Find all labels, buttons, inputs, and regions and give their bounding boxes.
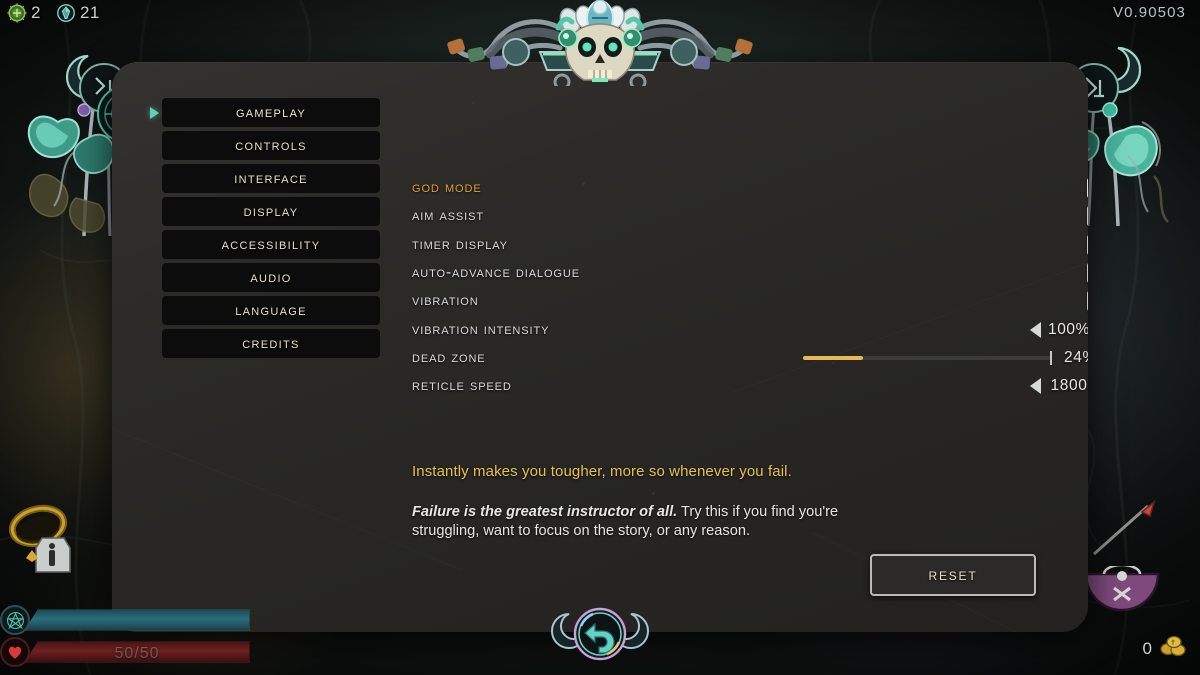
back-arrow-button[interactable] bbox=[537, 604, 663, 669]
setting-control bbox=[1087, 205, 1088, 227]
gold-coins-icon bbox=[1158, 634, 1188, 663]
vibration-intensity-stepper[interactable]: 100% bbox=[1030, 321, 1088, 339]
aim-assist-checkbox[interactable] bbox=[1087, 205, 1088, 227]
setting-description: Instantly makes you tougher, more so whe… bbox=[412, 462, 882, 541]
setting-row-auto-advance-dialogue[interactable]: Auto-Advance Dialogue bbox=[412, 259, 1088, 287]
chevron-left-icon[interactable] bbox=[1030, 378, 1041, 395]
setting-row-vibration[interactable]: Vibration bbox=[412, 287, 1088, 315]
sidebar-item-label: Gameplay bbox=[235, 103, 307, 121]
sidebar-item-label: Display bbox=[243, 202, 299, 220]
sidebar-item-label: Interface bbox=[234, 169, 308, 187]
reset-button[interactable]: Reset bbox=[870, 554, 1036, 596]
version-label: V0.90503 bbox=[1112, 4, 1186, 21]
setting-label: Dead Zone bbox=[412, 348, 486, 366]
dead-zone-slider-wrap: 24% bbox=[803, 349, 1088, 367]
health-bar-track: 50/50 bbox=[24, 641, 250, 663]
sidebar-item-accessibility[interactable]: Accessibility bbox=[162, 230, 380, 259]
setting-row-dead-zone[interactable]: Dead Zone 24% bbox=[412, 344, 1088, 372]
setting-control: 1800 bbox=[1030, 377, 1088, 395]
setting-label: God Mode bbox=[412, 179, 482, 197]
reticle-speed-stepper[interactable]: 1800 bbox=[1030, 377, 1088, 395]
stepper-value: 1800 bbox=[1050, 377, 1088, 395]
sidebar-item-interface[interactable]: Interface bbox=[162, 164, 380, 193]
sidebar-item-label: Audio bbox=[250, 268, 292, 286]
setting-row-timer-display[interactable]: Timer Display bbox=[412, 231, 1088, 259]
sidebar-item-audio[interactable]: Audio bbox=[162, 263, 380, 292]
hud-currencies: 2 21 bbox=[6, 2, 100, 24]
sidebar-item-label: Accessibility bbox=[221, 235, 321, 253]
vibration-checkbox[interactable] bbox=[1087, 290, 1088, 312]
panel-streak bbox=[112, 412, 462, 570]
sidebar-item-display[interactable]: Display bbox=[162, 197, 380, 226]
chevron-left-icon[interactable] bbox=[1030, 321, 1041, 338]
settings-list: God Mode Aim Assist Timer Display Auto-A bbox=[412, 174, 1088, 400]
stepper-value: 100% bbox=[1047, 320, 1088, 338]
health-bar-row: 50/50 bbox=[0, 637, 250, 667]
timer-display-checkbox[interactable] bbox=[1087, 234, 1088, 256]
currency-gems: 21 bbox=[55, 2, 100, 24]
reset-button-label: Reset bbox=[928, 565, 978, 584]
slider-value: 24% bbox=[1064, 348, 1088, 366]
auto-advance-dialogue-checkbox[interactable] bbox=[1087, 262, 1088, 284]
sidebar-item-gameplay[interactable]: Gameplay bbox=[162, 98, 380, 127]
darkness-orb-icon bbox=[6, 2, 28, 24]
health-bar-value: 50/50 bbox=[114, 645, 160, 662]
hud-status-bars: 50/50 bbox=[0, 605, 250, 669]
dead-zone-slider[interactable] bbox=[803, 350, 1052, 365]
setting-label: Timer Display bbox=[412, 235, 508, 253]
gold-value: 0 bbox=[1142, 638, 1152, 658]
setting-control bbox=[1087, 290, 1088, 312]
setting-row-vibration-intensity[interactable]: Vibration Intensity 100% bbox=[412, 315, 1088, 343]
gem-icon bbox=[55, 2, 77, 24]
mana-bar-fill bbox=[25, 610, 249, 630]
sidebar-item-label: Credits bbox=[242, 334, 300, 352]
setting-label: Reticle Speed bbox=[412, 377, 512, 395]
sidebar-item-language[interactable]: Language bbox=[162, 296, 380, 325]
setting-label: Vibration Intensity bbox=[412, 320, 550, 338]
setting-control bbox=[1087, 234, 1088, 256]
setting-label: Auto-Advance Dialogue bbox=[412, 264, 580, 282]
setting-label: Aim Assist bbox=[412, 207, 484, 225]
slider-knob[interactable] bbox=[1050, 350, 1052, 365]
star-mana-icon bbox=[0, 605, 30, 635]
currency-darkness: 2 bbox=[6, 2, 41, 24]
description-headline: Instantly makes you tougher, more so whe… bbox=[412, 463, 792, 480]
sidebar-item-label: Language bbox=[235, 301, 307, 319]
settings-sidebar: Gameplay Controls Interface Display Acce… bbox=[162, 98, 380, 362]
setting-row-aim-assist[interactable]: Aim Assist bbox=[412, 202, 1088, 230]
god-mode-checkbox[interactable] bbox=[1087, 177, 1088, 199]
heart-icon bbox=[0, 637, 30, 667]
slider-fill bbox=[803, 355, 863, 360]
setting-control bbox=[1087, 262, 1088, 284]
description-body-bold: Failure is the greatest instructor of al… bbox=[412, 504, 678, 521]
sidebar-item-credits[interactable]: Credits bbox=[162, 329, 380, 358]
panel-speck bbox=[472, 102, 474, 104]
mana-bar-row bbox=[0, 605, 250, 635]
sidebar-item-label: Controls bbox=[235, 136, 307, 154]
setting-control: 100% bbox=[1030, 321, 1088, 339]
setting-row-reticle-speed[interactable]: Reticle Speed 1800 bbox=[412, 372, 1087, 400]
setting-label: Vibration bbox=[412, 292, 479, 310]
currency-darkness-value: 2 bbox=[31, 3, 41, 22]
hud-gold: 0 bbox=[1143, 634, 1188, 663]
currency-gems-value: 21 bbox=[79, 3, 100, 22]
settings-panel: Gameplay Controls Interface Display Acce… bbox=[112, 62, 1088, 632]
setting-control: 24% bbox=[803, 349, 1088, 367]
setting-control bbox=[1087, 177, 1088, 199]
setting-row-god-mode[interactable]: God Mode bbox=[412, 174, 1088, 202]
sidebar-item-controls[interactable]: Controls bbox=[162, 131, 380, 160]
description-body: Failure is the greatest instructor of al… bbox=[412, 503, 882, 540]
mana-bar-track bbox=[24, 609, 250, 631]
